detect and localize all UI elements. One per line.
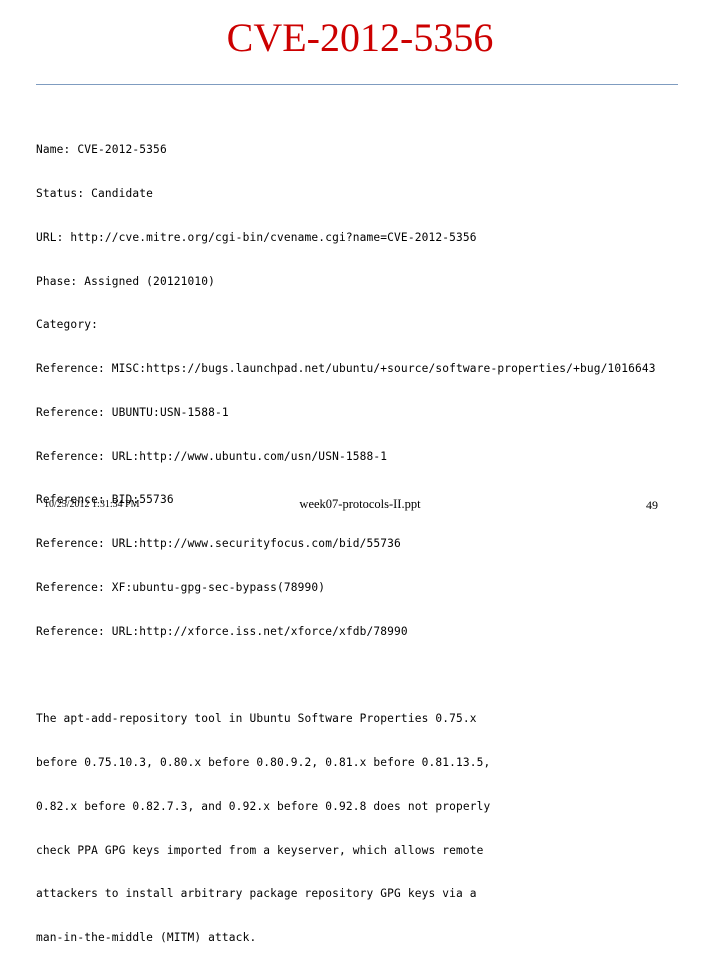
- record-description-line: man-in-the-middle (MITM) attack.: [36, 931, 257, 945]
- slide-title: CVE-2012-5356: [226, 15, 494, 60]
- cve-record: Name: CVE-2012-5356 Status: Candidate UR…: [36, 114, 706, 960]
- record-reference: Reference: URL:http://xforce.iss.net/xfo…: [36, 624, 408, 638]
- record-category: Category:: [36, 318, 98, 332]
- record-description-line: attackers to install arbitrary package r…: [36, 887, 477, 901]
- record-description-line: before 0.75.10.3, 0.80.x before 0.80.9.2…: [36, 756, 491, 770]
- title-divider: [36, 84, 678, 85]
- record-name: Name: CVE-2012-5356: [36, 143, 167, 157]
- record-reference: Reference: URL:http://www.securityfocus.…: [36, 537, 401, 551]
- record-reference: Reference: XF:ubuntu-gpg-sec-bypass(7899…: [36, 581, 326, 594]
- record-description-line: The apt-add-repository tool in Ubuntu So…: [36, 712, 477, 726]
- record-status: Status: Candidate: [36, 186, 154, 200]
- record-phase: Phase: Assigned (20121010): [36, 274, 216, 288]
- footer-page-number: 49: [646, 498, 658, 512]
- record-reference: Reference: URL:http://www.ubuntu.com/usn…: [36, 449, 388, 463]
- footer-filename: week07-protocols-II.ppt: [299, 497, 421, 511]
- record-reference: Reference: UBUNTU:USN-1588-1: [36, 405, 229, 419]
- record-reference: Reference: MISC:https://bugs.launchpad.n…: [36, 362, 656, 376]
- record-description-line: check PPA GPG keys imported from a keyse…: [36, 843, 484, 857]
- record-spacer: [36, 669, 706, 684]
- record-url: URL: http://cve.mitre.org/cgi-bin/cvenam…: [36, 230, 477, 244]
- record-description-line: 0.82.x before 0.82.7.3, and 0.92.x befor…: [36, 799, 491, 813]
